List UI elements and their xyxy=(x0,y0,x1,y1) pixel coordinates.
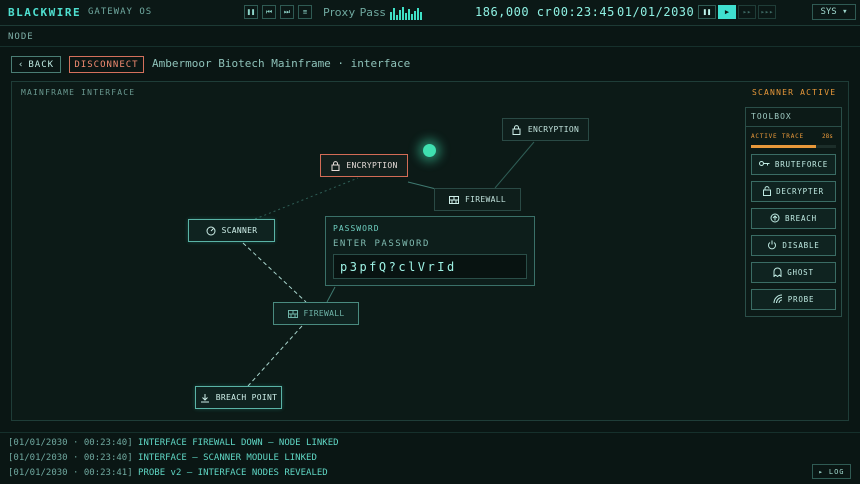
node-firewall-right[interactable]: FIREWALL xyxy=(434,188,521,211)
node-label: FIREWALL xyxy=(303,309,345,318)
key-icon xyxy=(758,160,770,169)
node-label: SCANNER xyxy=(221,226,258,235)
log-timestamp: [01/01/2030 · 00:23:40] xyxy=(8,453,133,463)
tool-label: DECRYPTER xyxy=(776,187,824,196)
tool-label: BREACH xyxy=(785,214,817,223)
node-label: ENCRYPTION xyxy=(346,161,398,170)
cursor-pulse xyxy=(423,144,436,157)
log-entry: [01/01/2030 · 00:23:41] PROBE v2 — INTER… xyxy=(8,468,328,478)
trace-progress-fill xyxy=(751,145,816,148)
active-trace-time: 28s xyxy=(822,133,833,140)
firewall-icon xyxy=(449,195,460,205)
firewall-icon xyxy=(287,309,298,319)
node-scanner[interactable]: SCANNER xyxy=(188,219,275,242)
tool-label: GHOST xyxy=(787,268,814,277)
log-toggle-button[interactable]: ▸ LOG xyxy=(812,464,851,479)
toolbox-title: TOOLBOX xyxy=(751,112,792,121)
password-input[interactable]: p3pfQ?clVrId xyxy=(333,254,527,279)
node-breach-point[interactable]: BREACH POINT xyxy=(195,386,282,409)
link-firewall-encryption-top xyxy=(494,141,535,189)
lock-icon xyxy=(330,160,340,171)
tool-label: BRUTEFORCE xyxy=(774,160,829,169)
log-timestamp: [01/01/2030 · 00:23:40] xyxy=(8,438,133,448)
ghost-icon xyxy=(773,267,782,279)
trace-progress-bar xyxy=(751,145,836,148)
password-prompt: ENTER PASSWORD xyxy=(333,239,430,249)
log-divider xyxy=(0,432,860,433)
tool-label: PROBE xyxy=(787,295,815,304)
log-message: INTERFACE FIREWALL DOWN — NODE LINKED xyxy=(138,438,339,448)
tool-probe-button[interactable]: PROBE xyxy=(751,289,836,310)
lock-icon xyxy=(512,124,522,135)
node-label: BREACH POINT xyxy=(215,393,278,402)
tool-label: DISABLE xyxy=(782,241,820,250)
log-message: PROBE v2 — INTERFACE NODES REVEALED xyxy=(138,468,328,478)
log-entry: [01/01/2030 · 00:23:40] INTERFACE FIREWA… xyxy=(8,438,339,448)
node-encryption-top[interactable]: ENCRYPTION xyxy=(502,118,589,141)
download-icon xyxy=(200,393,210,403)
active-trace-label: ACTIVE TRACE xyxy=(751,133,804,140)
unlock-icon xyxy=(763,185,772,198)
log-timestamp: [01/01/2030 · 00:23:41] xyxy=(8,468,133,478)
password-dialog-title: PASSWORD xyxy=(333,224,380,233)
link-firewall-breach xyxy=(247,325,303,387)
log-entry: [01/01/2030 · 00:23:40] INTERFACE — SCAN… xyxy=(8,453,317,463)
probe-icon xyxy=(773,294,783,306)
tool-ghost-button[interactable]: GHOST xyxy=(751,262,836,283)
log-message: INTERFACE — SCANNER MODULE LINKED xyxy=(138,453,317,463)
breach-icon xyxy=(770,213,780,225)
link-firewall-pwd xyxy=(326,286,336,303)
tool-breach-button[interactable]: BREACH xyxy=(751,208,836,229)
node-label: ENCRYPTION xyxy=(527,125,580,134)
tool-decrypter-button[interactable]: DECRYPTER xyxy=(751,181,836,202)
toolbox-divider xyxy=(745,126,842,127)
node-firewall-center[interactable]: FIREWALL xyxy=(273,302,359,325)
node-encryption-active[interactable]: ENCRYPTION xyxy=(320,154,408,177)
link-scanner-encryption xyxy=(254,177,359,220)
power-icon xyxy=(767,240,777,252)
scanner-icon xyxy=(206,226,216,236)
tool-disable-button[interactable]: DISABLE xyxy=(751,235,836,256)
node-label: FIREWALL xyxy=(465,195,506,204)
link-scanner-firewall xyxy=(242,242,307,303)
tool-bruteforce-button[interactable]: BRUTEFORCE xyxy=(751,154,836,175)
